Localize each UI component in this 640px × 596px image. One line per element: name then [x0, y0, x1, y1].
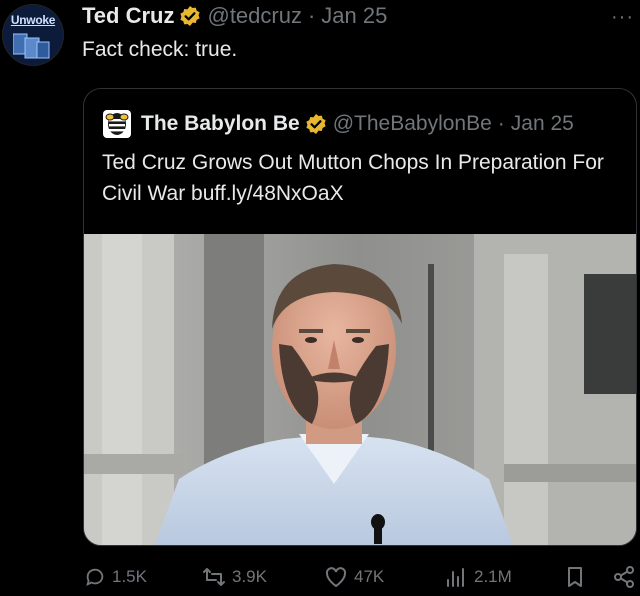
heart-icon: [325, 567, 347, 588]
tweet-header: Ted Cruz @tedcruz · Jan 25: [82, 2, 387, 30]
views-icon: [447, 568, 464, 587]
reply-count: 1.5K: [112, 567, 147, 586]
bookmark-icon: [568, 567, 582, 587]
quoted-tweet-photo[interactable]: [84, 234, 636, 546]
books-icon: [13, 33, 50, 59]
verified-badge-icon[interactable]: [179, 5, 201, 27]
quoted-author-handle[interactable]: @TheBabylonBe: [333, 112, 492, 136]
more-options-icon[interactable]: ···: [611, 6, 634, 29]
avatar-logo-text: Unwoke: [10, 13, 56, 27]
quoted-tweet-text: Ted Cruz Grows Out Mutton Chops In Prepa…: [102, 151, 604, 205]
author-avatar[interactable]: Unwoke: [2, 4, 64, 66]
like-count: 47K: [354, 567, 385, 586]
quoted-author-name[interactable]: The Babylon Be: [141, 112, 300, 136]
quoted-tweet-card[interactable]: The Babylon Be @TheBabylonBe · Jan 25 Te…: [83, 88, 637, 546]
header-separator: ·: [307, 3, 316, 28]
repost-button[interactable]: 3.9K: [202, 566, 267, 588]
author-handle[interactable]: @tedcruz: [207, 3, 301, 29]
tweet-date[interactable]: Jan 25: [321, 3, 387, 29]
author-name[interactable]: Ted Cruz: [82, 3, 174, 29]
quoted-header-separator: ·: [497, 112, 505, 135]
quoted-tweet-header: The Babylon Be @TheBabylonBe · Jan 25: [102, 109, 574, 139]
reply-icon: [86, 568, 104, 587]
quoted-tweet-date[interactable]: Jan 25: [511, 112, 574, 136]
tweet-actions-bar: 1.5K 3.9K 47K 2.1M: [84, 566, 640, 596]
share-icon: [614, 566, 634, 588]
tweet-text: Fact check: true.: [82, 38, 238, 61]
quoted-verified-badge-icon[interactable]: [305, 113, 327, 135]
reply-button[interactable]: 1.5K: [84, 566, 147, 588]
babylon-bee-logo-icon[interactable]: [102, 109, 132, 139]
share-button[interactable]: [612, 566, 640, 588]
repost-count: 3.9K: [232, 567, 267, 586]
like-button[interactable]: 47K: [324, 566, 384, 588]
views-button[interactable]: 2.1M: [444, 566, 512, 588]
bookmark-button[interactable]: [564, 566, 592, 588]
views-count: 2.1M: [474, 567, 512, 586]
repost-icon: [203, 568, 225, 586]
